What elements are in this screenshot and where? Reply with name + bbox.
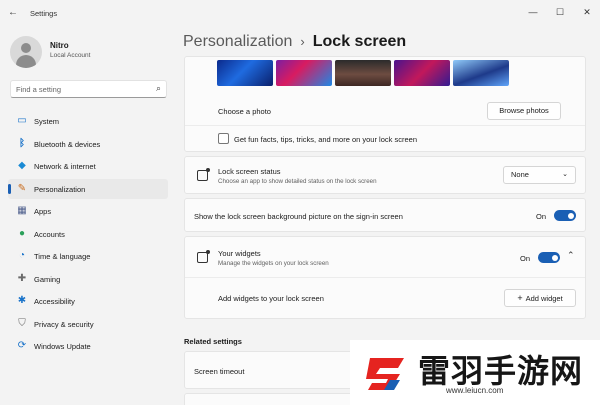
widgets-title: Your widgets [218,249,261,258]
add-widgets-label: Add widgets to your lock screen [218,294,324,303]
photo-thumbnail[interactable] [276,60,332,86]
sidebar-item-network[interactable]: ◆ Network & internet [8,156,168,176]
sidebar-item-label: Accessibility [34,297,75,306]
chevron-down-icon: ⌄ [562,171,568,178]
choose-photo-label: Choose a photo [218,107,271,116]
apps-icon: ▦ [17,205,27,216]
add-widget-label: Add widget [525,294,563,303]
browse-photos-button[interactable]: Browse photos [487,102,561,120]
sidebar-item-label: Privacy & security [34,319,94,329]
watermark-url: www.leiucn.com [446,386,504,395]
shield-icon: ⛉ [18,317,26,329]
sidebar-item-label: Personalization [34,184,86,194]
breadcrumb-separator: › [300,34,305,49]
photo-thumbnail[interactable] [335,60,391,86]
related-settings-title: Related settings [184,337,242,346]
title-bar: ← Settings — ☐ ✕ [0,0,600,26]
gamepad-icon: ✚ [17,272,27,284]
lock-screen-status-dropdown[interactable]: None ⌄ [503,166,576,184]
lock-screen-status-description: Choose an app to show detailed status on… [218,178,377,185]
user-name: Nitro [50,41,69,50]
sidebar-item-accessibility[interactable]: ✱ Accessibility [8,291,168,311]
brush-icon: ✎ [17,182,27,194]
minimize-button[interactable]: — [526,5,540,19]
dropdown-value: None [511,170,529,179]
sidebar-item-label: Time & language [34,252,91,261]
window-title: Settings [30,9,58,18]
update-icon: ⟳ [17,340,27,351]
maximize-button[interactable]: ☐ [553,5,567,19]
sidebar-item-windows-update[interactable]: ⟳ Windows Update [8,336,168,356]
screen-timeout-label: Screen timeout [194,367,245,376]
photo-thumbnail[interactable] [394,60,450,86]
sidebar-item-personalization[interactable]: ✎ Personalization [8,178,168,199]
chevron-up-icon[interactable]: ⌃ [567,250,575,261]
person-icon: ● [18,227,26,239]
page-title: Lock screen [312,33,407,50]
sidebar-item-label: Apps [34,207,52,216]
watermark-logo-icon [366,358,404,390]
search-box[interactable]: ⌕ [10,80,167,98]
photo-thumbnail[interactable] [217,60,273,86]
sidebar-item-time-language[interactable]: ◔ Time & language [8,246,168,266]
widgets-description: Manage the widgets on your lock screen [218,260,329,267]
photo-thumbnail[interactable] [453,60,509,86]
fun-facts-checkbox[interactable] [218,133,229,144]
add-widget-button[interactable]: + Add widget [504,289,576,307]
widgets-icon [197,250,210,263]
avatar [10,36,42,68]
search-icon[interactable]: ⌕ [156,83,161,94]
sidebar-item-label: Bluetooth & devices [34,139,101,149]
recent-photos [217,60,509,86]
sidebar-item-label: Accounts [34,229,65,239]
sidebar-item-system[interactable]: ▭ System [8,111,168,131]
sidebar-item-label: Windows Update [34,342,91,351]
bluetooth-icon: ᛒ [19,137,25,149]
accessibility-icon: ✱ [17,295,27,306]
sidebar-item-gaming[interactable]: ✚ Gaming [8,269,168,289]
globe-clock-icon: ◔ [18,250,26,261]
signin-background-label: Show the lock screen background picture … [194,212,403,221]
lock-screen-status-card: Lock screen status Choose an app to show… [184,156,586,194]
widgets-toggle[interactable] [538,252,560,263]
widgets-card: Your widgets Manage the widgets on your … [184,236,586,319]
wifi-icon: ◆ [18,160,26,171]
widgets-toggle-state: On [520,254,531,263]
lock-screen-status-title: Lock screen status [218,167,281,176]
sidebar-item-label: System [34,117,60,126]
sidebar-item-privacy[interactable]: ⛉ Privacy & security [8,314,168,334]
sidebar-item-apps[interactable]: ▦ Apps [8,201,168,221]
sidebar-item-label: Gaming [34,274,61,284]
search-input[interactable] [16,84,151,95]
signin-background-toggle[interactable] [554,210,576,221]
sidebar-item-accounts[interactable]: ● Accounts [8,224,168,244]
sidebar-item-bluetooth[interactable]: ᛒ Bluetooth & devices [8,134,168,154]
close-button[interactable]: ✕ [580,5,594,19]
fun-facts-label: Get fun facts, tips, tricks, and more on… [234,135,417,144]
breadcrumb-parent[interactable]: Personalization [183,33,292,50]
watermark: 雷羽手游网 www.leiucn.com [350,340,600,405]
breadcrumb: Personalization › Lock screen [183,33,406,51]
status-app-icon [197,168,210,181]
back-arrow-icon[interactable]: ← [8,7,20,19]
sidebar-item-label: Network & internet [34,162,96,171]
sidebar-nav: ▭ System ᛒ Bluetooth & devices ◆ Network… [8,111,168,359]
monitor-icon: ▭ [17,115,27,126]
signin-background-card: Show the lock screen background picture … [184,198,586,232]
account-type: Local Account [50,52,91,59]
signin-toggle-state: On [536,212,547,221]
plus-icon: + [517,293,523,303]
